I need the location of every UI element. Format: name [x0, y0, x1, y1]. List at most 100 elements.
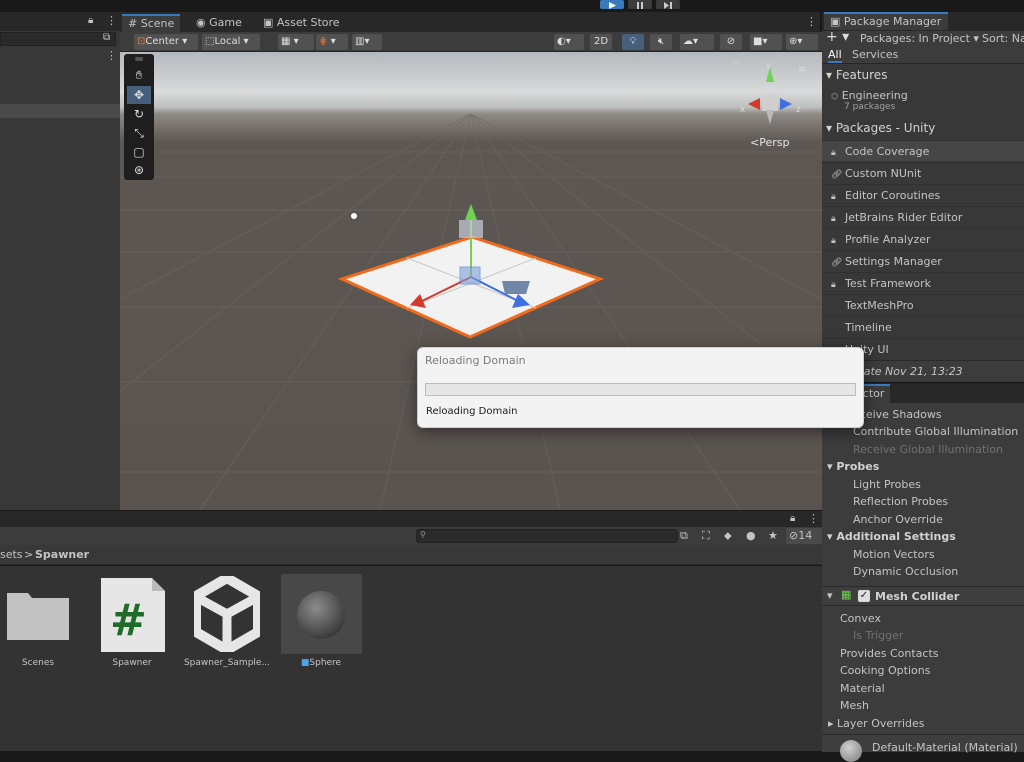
more-options-icon[interactable]: ⋮ — [808, 512, 819, 525]
package-list-item[interactable]: 🔒︎ Test Framework — [822, 272, 1024, 293]
toggle-2d-button[interactable]: 2D — [590, 34, 612, 50]
light-probes-label[interactable]: Light Probes — [853, 478, 921, 491]
lock-icon[interactable]: 🔒︎ — [88, 15, 93, 26]
mesh-collider-enabled-checkbox[interactable]: ✓ — [858, 590, 870, 602]
tab-game[interactable]: ◉ Game — [190, 14, 248, 32]
scale-tool-icon[interactable]: ⤡ — [127, 124, 151, 142]
issues-filter-icon[interactable]: ● — [746, 529, 756, 542]
rect-tool-icon[interactable]: ▢ — [127, 143, 151, 161]
grid-snap-button[interactable]: ▦ ▾ — [278, 34, 314, 50]
breadcrumb-root[interactable]: sets — [0, 548, 23, 561]
package-list-item[interactable]: 🔒︎ Editor Coroutines — [822, 184, 1024, 205]
packages-scope-dropdown[interactable]: Packages: In Project ▾ — [860, 32, 979, 45]
csharp-script-icon[interactable]: # — [100, 577, 166, 653]
project-search-input[interactable]: ⚲ — [416, 529, 678, 543]
scene-visibility-toggle[interactable]: ⊘ — [720, 34, 742, 50]
mesh-collider-header[interactable]: ▾ ▦ ✓ Mesh Collider — [822, 586, 1024, 606]
asset-label-spawner[interactable]: Spawner — [84, 658, 180, 668]
asset-label-scenes[interactable]: Scenes — [0, 658, 86, 668]
last-update-label: odate Nov 21, 13:23 — [850, 365, 963, 378]
subtab-services[interactable]: Services — [852, 48, 898, 61]
package-list-item[interactable]: 🔒︎ Code Coverage — [822, 140, 1024, 161]
unity-logo-icon[interactable] — [194, 576, 260, 652]
material-header[interactable]: Default-Material (Material) — [822, 734, 1024, 762]
convex-label[interactable]: Convex — [840, 612, 881, 625]
audio-toggle[interactable]: 🔇︎ — [650, 34, 672, 50]
hand-tool-icon[interactable]: ✋︎ — [127, 66, 151, 84]
mesh-label[interactable]: Mesh — [840, 699, 869, 712]
space-local-dropdown[interactable]: ⬚Local ▾ — [202, 34, 260, 50]
cooking-options-label[interactable]: Cooking Options — [840, 664, 930, 677]
motion-vectors-label[interactable]: Motion Vectors — [853, 548, 935, 561]
more-options-icon[interactable]: ⋮ — [106, 14, 117, 27]
transform-tool-icon[interactable]: ⊛ — [127, 161, 151, 179]
favorite-star-icon[interactable]: ★ — [768, 529, 778, 542]
package-list-item[interactable]: 🔗︎ Custom NUnit — [822, 162, 1024, 183]
package-list-item[interactable]: Timeline — [822, 316, 1024, 337]
probes-foldout[interactable]: ▾ Probes — [827, 460, 879, 473]
sort-dropdown[interactable]: Sort: Na — [982, 32, 1024, 45]
tab-package-manager[interactable]: ▣ Package Manager — [824, 12, 948, 30]
dynamic-occlusion-label[interactable]: Dynamic Occlusion — [853, 565, 958, 578]
create-icon[interactable]: ⧉ — [680, 529, 688, 543]
progress-bar — [425, 383, 856, 396]
reflection-probes-label[interactable]: Reflection Probes — [853, 495, 948, 508]
provides-contacts-label[interactable]: Provides Contacts — [840, 647, 939, 660]
lock-icon[interactable]: 🔒︎ — [790, 513, 795, 524]
asset-label-sphere[interactable]: ■Sphere — [273, 658, 369, 668]
perspective-label[interactable]: <Persp — [750, 136, 789, 149]
anchor-override-label[interactable]: Anchor Override — [853, 513, 943, 526]
hidden-packages-toggle[interactable]: ⊘14 — [786, 528, 822, 544]
unity-packages-section-header[interactable]: ▾ Packages - Unity — [826, 121, 935, 135]
layer-overrides-foldout[interactable]: ▸ Layer Overrides — [828, 717, 925, 730]
shading-mode-dropdown[interactable]: ◐▾ — [554, 34, 584, 50]
svg-text:#: # — [110, 595, 147, 646]
package-list-item[interactable]: 🔒︎ Profile Analyzer — [822, 228, 1024, 249]
hierarchy-search-input[interactable] — [0, 32, 116, 46]
add-package-button[interactable]: + ▾ — [826, 29, 849, 45]
sphere-asset-tile[interactable] — [281, 574, 362, 654]
breadcrumb-current[interactable]: Spawner — [35, 548, 89, 561]
pivot-center-dropdown[interactable]: ⊡Center ▾ — [134, 34, 198, 50]
scene-viewport[interactable]: y x z ≡ <Persp — [120, 52, 822, 510]
contribute-gi-label[interactable]: Contribute Global Illumination — [853, 425, 1018, 438]
effects-dropdown[interactable]: ☁▾ — [680, 34, 714, 50]
gizmos-dropdown[interactable]: ⊕▾ — [786, 34, 818, 50]
package-name: TextMeshPro — [845, 299, 914, 312]
ruler-button[interactable]: ▥▾ — [352, 34, 382, 50]
step-button[interactable] — [656, 0, 680, 9]
package-list: ▾ Features ⛭ Engineering 7 packages ▾ Pa… — [822, 64, 1024, 382]
more-options-icon[interactable]: ⋮ — [106, 49, 117, 62]
package-list-item[interactable]: TextMeshPro — [822, 294, 1024, 315]
package-list-item[interactable]: 🔒︎ JetBrains Rider Editor — [822, 206, 1024, 227]
package-list-item[interactable]: 🔗︎ Settings Manager — [822, 250, 1024, 271]
link-icon: 🔗︎ — [831, 258, 843, 268]
more-options-icon[interactable]: ⋮ — [806, 15, 817, 28]
asset-label-spawner-sample[interactable]: Spawner_Sample... — [179, 658, 275, 668]
subtab-all[interactable]: All — [828, 48, 842, 63]
foldout-arrow-icon[interactable]: ▾ — [827, 589, 833, 602]
tab-asset-store[interactable]: ▣ Asset Store — [257, 14, 346, 32]
additional-settings-foldout[interactable]: ▾ Additional Settings — [827, 530, 956, 543]
copy-icon[interactable]: ⧉ — [103, 32, 110, 43]
play-button[interactable] — [600, 0, 624, 9]
feature-item-engineering[interactable]: ⛭ Engineering 7 packages — [831, 89, 908, 112]
palette-drag-handle[interactable]: ═ — [127, 53, 151, 65]
package-name: Profile Analyzer — [845, 233, 931, 246]
lighting-toggle[interactable]: 💡︎ — [622, 34, 644, 50]
camera-dropdown[interactable]: ■▾ — [750, 34, 782, 50]
rotate-tool-icon[interactable]: ↻ — [127, 105, 151, 123]
folder-icon[interactable] — [6, 585, 70, 641]
hierarchy-selected-row[interactable] — [0, 104, 120, 118]
receive-shadows-label[interactable]: eceive Shadows — [853, 408, 942, 421]
move-tool-icon[interactable]: ✥ — [127, 86, 151, 104]
filter-type-icon[interactable]: ⛶ — [702, 529, 710, 543]
speaker-mute-icon: 🔇︎ — [657, 36, 665, 47]
features-section-header[interactable]: ▾ Features — [826, 68, 887, 82]
tab-scene[interactable]: # Scene — [122, 14, 181, 32]
material-label[interactable]: Material — [840, 682, 885, 695]
search-icon: ⚲ — [420, 530, 426, 539]
label-filter-icon[interactable]: ⬥ — [724, 529, 732, 543]
increment-snap-button[interactable]: ⋕ ▾ — [316, 34, 348, 50]
pause-button[interactable] — [628, 0, 652, 9]
